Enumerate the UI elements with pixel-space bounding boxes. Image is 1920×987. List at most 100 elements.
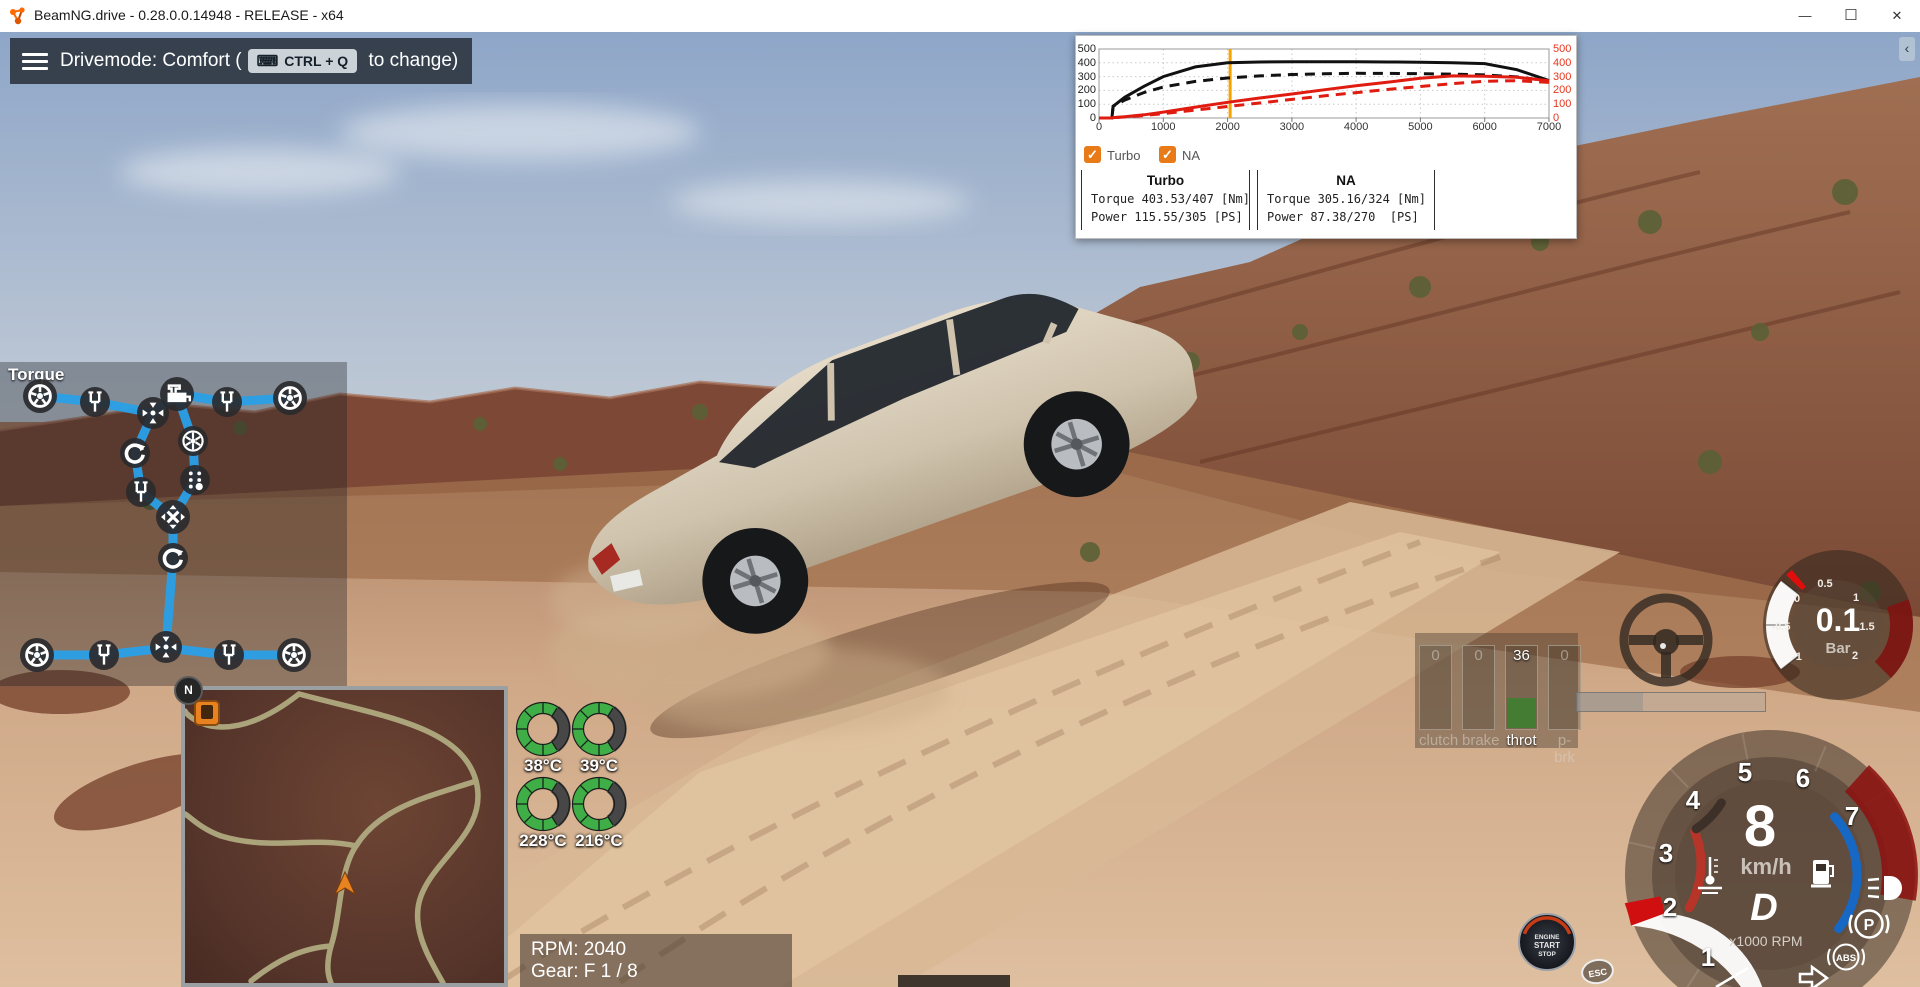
clutch-label: clutch [1419,732,1459,749]
brake-temp-front-right: 39°C [580,756,618,775]
y-axis-tick: 200 [1077,84,1096,97]
throttle-label: throt [1506,732,1537,749]
y-axis-tick: 400 [1077,56,1096,69]
close-button[interactable]: ✕ [1874,0,1920,32]
y-axis-tick-right: 500 [1553,43,1572,55]
powertrain-app: Torque [0,362,347,686]
map-marker-icon[interactable] [194,700,220,726]
turbo-checkbox-label: Turbo [1107,148,1141,163]
sidebar-handle[interactable]: ‹ [1899,37,1915,61]
y-axis-tick-right: 100 [1553,98,1572,111]
park-label: P [1864,917,1875,934]
halfshaft-rr-node [214,640,244,670]
minimize-button[interactable]: — [1782,0,1828,32]
rear-differential-node [150,631,182,663]
turbo-stats-column: Turbo Torque 403.53/407 [Nm] Power 115.5… [1081,170,1250,230]
tach-number-3: 3 [1659,838,1673,868]
maximize-button[interactable]: ☐ [1828,0,1874,32]
wheel-rl-node [20,638,54,672]
headlight-icon [1867,876,1902,900]
boost-tick-0: 0 [1794,593,1800,605]
gearbox-node [180,465,210,495]
y-axis-tick: 500 [1077,43,1096,55]
halfshaft-fl-node [80,387,110,417]
minimap-roads [182,691,481,986]
engine-start-stop-button[interactable]: ENGINE START STOP [1516,911,1578,973]
wheel-fl-node [23,379,57,413]
drivemode-text-suffix: to change) [363,50,459,71]
turbo-torque-value: Torque 403.53/407 [Nm] [1091,192,1250,206]
boost-value: 0.1 [1816,602,1860,638]
gear-indicator: D [1750,887,1777,929]
x-axis-tick: 6000 [1472,121,1497,133]
brake-label: brake [1462,732,1500,749]
tachometer: 1 2 3 4 5 6 7 8 km/h D x1000 RPM P ABS [1624,730,1918,987]
turbo-checkbox[interactable]: ✓ [1084,146,1101,163]
parkbrake-label: p-brk [1554,732,1575,766]
y-axis-tick-right: 200 [1553,84,1572,97]
turbocharger-node [178,426,208,456]
speed-unit: km/h [1740,854,1791,879]
brake-temp-rear-left: 228°C [519,831,567,850]
tach-number-6: 6 [1796,763,1810,793]
chevron-left-icon: ‹ [1904,40,1910,56]
brake-disc-fl-icon [517,703,570,756]
tach-number-4: 4 [1686,785,1701,815]
halfshaft-fr-node [212,387,242,417]
parkbrake-value: 0 [1560,647,1569,664]
tach-number-7: 7 [1845,801,1859,831]
rpm-readout: RPM: 2040 [531,939,627,960]
rpm-scale-label: x1000 RPM [1729,933,1802,949]
gear-readout: Gear: F 1 / 8 [531,961,638,982]
y-axis-tick: 100 [1077,98,1096,111]
x-axis-tick: 4000 [1343,121,1369,133]
menu-button[interactable] [22,49,48,74]
plot-frame [1098,48,1550,119]
brake-temp-front-left: 38°C [524,756,562,775]
grid [1099,48,1549,118]
na-stats-column: NA Torque 305.16/324 [Nm] Power 87.38/27… [1257,170,1435,230]
engine-button-line1: ENGINE [1535,934,1561,941]
minimap [181,686,508,987]
y-axis-tick-right: 400 [1553,56,1572,69]
na-stats-heading: NA [1336,173,1356,188]
scrollbar-thumb[interactable] [1577,693,1643,711]
halfshaft-rl-node [89,640,119,670]
x-axis-tick: 3000 [1279,121,1305,133]
powertrain-diagram [20,377,311,672]
throttle-value: 36 [1513,647,1530,664]
boost-tick-2: 2 [1852,650,1858,662]
x-axis-tick: 5000 [1408,121,1433,133]
boost-gauge: 0 0.5 1 1.5 2 -1 -0.5 0.1 Bar [1763,550,1914,700]
horizontal-scrollbar[interactable] [1576,692,1766,712]
boost-tick-n05: -0.5 [1772,621,1791,633]
turbo-stats-heading: Turbo [1146,173,1185,188]
telemetry-panel: RPM: 2040 Gear: F 1 / 8 [520,934,792,987]
turbo-power-value: Power 115.55/305 [PS] [1091,210,1243,224]
engine-button-line3: STOP [1538,951,1556,958]
brake-disc-rr-icon [573,778,626,831]
tach-number-1: 1 [1701,942,1715,972]
boost-unit: Bar [1825,640,1850,657]
x-axis-tick: 1000 [1151,121,1176,133]
wheel-fr-node [273,381,307,415]
brake-disc-fr-icon [573,703,626,756]
x-axis-tick: 7000 [1536,121,1562,133]
drivemode-banner: Drivemode: Comfort ( ⌨ CTRL + Q to chang… [10,38,473,84]
na-torque-value: Torque 305.16/324 [Nm] [1267,192,1426,206]
window-title: BeamNG.drive - 0.28.0.0.14948 - RELEASE … [34,7,344,23]
torque-curve-app: 500 400 300 200 100 0 500 400 300 200 10… [1075,35,1577,239]
drivemode-text-prefix: Drivemode: Comfort ( [60,50,242,71]
driveshaft-front-node [126,477,156,507]
driveshaft-rear-node [158,543,188,573]
x-axis-tick: 2000 [1215,121,1240,133]
wheel-rr-node [277,638,311,672]
tach-number-5: 5 [1738,757,1752,787]
beamng-window: BeamNG.drive - 0.28.0.0.14948 - RELEASE … [0,0,1920,987]
y-axis-tick: 300 [1077,70,1096,83]
na-checkbox-label: NA [1182,148,1201,163]
transfer-case-node [156,500,190,534]
na-checkbox[interactable]: ✓ [1159,146,1176,163]
hotkey-label: CTRL + Q [284,53,349,69]
pedals-app: 0 0 36 0 clutch brake throt p-brk [1415,633,1581,766]
